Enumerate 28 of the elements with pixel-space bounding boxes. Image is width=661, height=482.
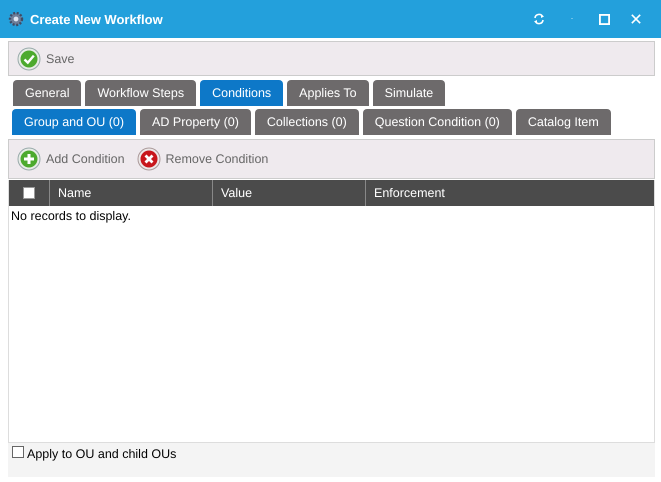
checkbox-label: Apply to OU and child OUs bbox=[27, 447, 176, 461]
tab[interactable]: Question Condition (0) bbox=[362, 109, 512, 135]
remove-condition-button[interactable]: Remove Condition bbox=[136, 147, 268, 171]
save-button[interactable]: Save bbox=[17, 46, 74, 70]
gear-icon bbox=[8, 11, 24, 27]
tab[interactable]: Simulate bbox=[372, 80, 446, 106]
close-icon[interactable] bbox=[631, 14, 641, 24]
tab[interactable]: Collections (0) bbox=[254, 109, 359, 135]
tab[interactable]: Workflow Steps bbox=[85, 80, 196, 106]
tab[interactable]: AD Property (0) bbox=[140, 109, 251, 135]
plus-icon bbox=[17, 147, 41, 171]
column-header[interactable]: Value bbox=[221, 186, 252, 200]
tab[interactable]: Catalog Item bbox=[516, 109, 611, 135]
check-icon bbox=[17, 46, 41, 70]
column-header[interactable]: Name bbox=[58, 186, 92, 200]
select-all-checkbox[interactable] bbox=[23, 187, 35, 199]
refresh-icon[interactable] bbox=[533, 13, 545, 25]
checkbox[interactable] bbox=[12, 446, 24, 458]
tab[interactable]: Group and OU (0) bbox=[12, 109, 136, 135]
tab[interactable]: General bbox=[13, 80, 82, 106]
add-condition-button[interactable]: Add Condition bbox=[17, 147, 125, 171]
window-title: Create New Workflow bbox=[30, 12, 164, 26]
tab[interactable]: Conditions bbox=[200, 80, 284, 106]
column-header[interactable]: Enforcement bbox=[374, 186, 445, 200]
tab[interactable]: Applies To bbox=[287, 80, 369, 106]
empty-message: No records to display. bbox=[10, 208, 132, 225]
remove-icon bbox=[136, 147, 161, 171]
maximize-icon[interactable] bbox=[599, 14, 610, 24]
